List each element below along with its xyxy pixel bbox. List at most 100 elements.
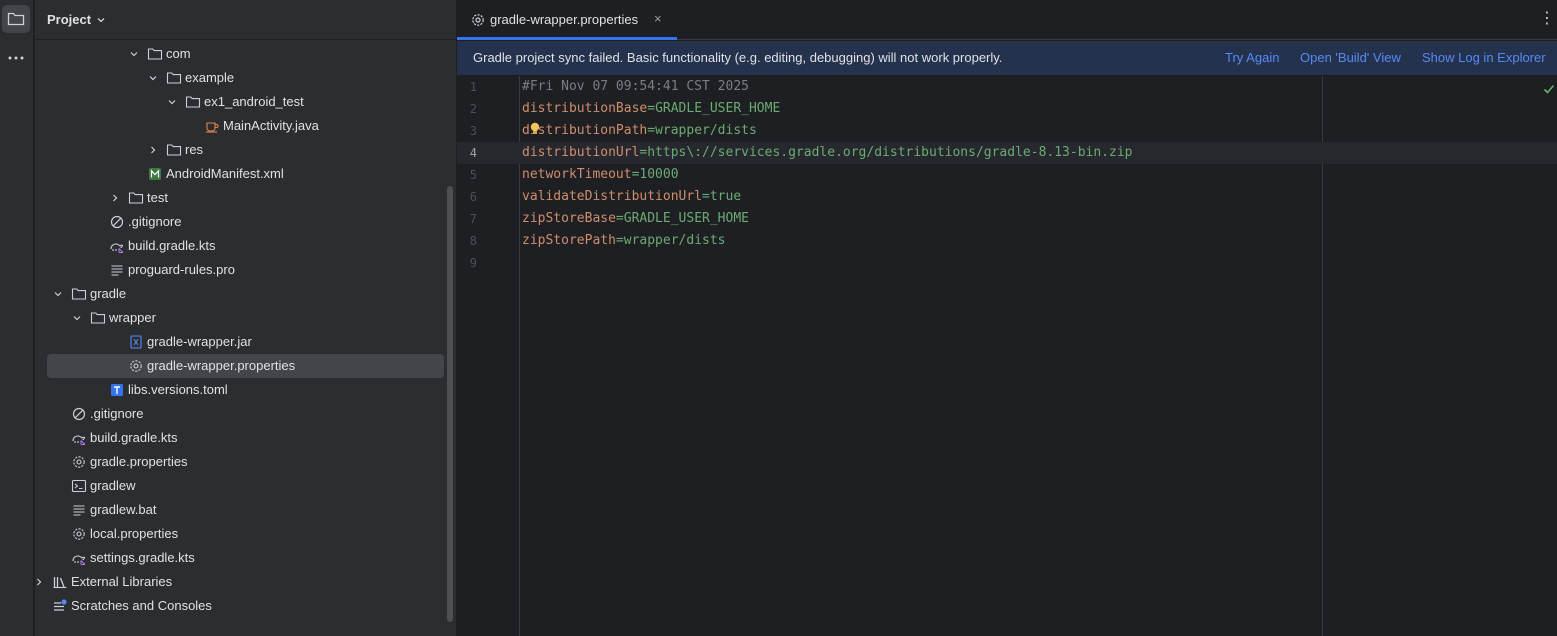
tree-item-label: gradlew [90,478,136,493]
tree-item[interactable]: proguard-rules.pro [35,258,456,282]
lightbulb-icon[interactable] [529,122,541,140]
tree-item[interactable]: test [35,186,456,210]
code-text: zipStorePath=wrapper/dists [522,233,726,249]
tree-item[interactable]: gradle-wrapper.properties [35,354,456,378]
property-value: https\://services.gradle.org/distributio… [647,145,1133,160]
tree-item[interactable]: build.gradle.kts [35,234,456,258]
tree-item[interactable]: gradle [35,282,456,306]
code-line[interactable]: 9 [457,252,1557,274]
tree-item-label: local.properties [90,526,179,541]
tree-item[interactable]: .gitignore [35,210,456,234]
tree-item[interactable]: com [35,42,456,66]
open-build-view-link[interactable]: Open 'Build' View [1300,50,1401,66]
tree-item-label: MainActivity.java [223,118,319,133]
gear-icon [128,358,144,374]
property-key: zipStorePath [522,233,616,248]
more-tools-button[interactable] [2,44,30,72]
project-panel-header: Project [35,0,456,40]
line-number: 7 [469,212,477,226]
tree-item[interactable]: build.gradle.kts [35,426,456,450]
code-line[interactable]: 1 #Fri Nov 07 09:54:41 CST 2025 [457,76,1557,98]
sync-failed-banner: Gradle project sync failed. Basic functi… [457,41,1557,75]
libraries-icon [52,574,68,590]
line-number: 6 [469,190,477,204]
try-again-link[interactable]: Try Again [1225,50,1279,66]
code-line[interactable]: 4 distributionUrl=https\://services.gradl… [457,142,1557,164]
tree-item[interactable]: .gitignore [35,402,456,426]
code-line[interactable]: 7 zipStoreBase=GRADLE_USER_HOME [457,208,1557,230]
tree-item-label: com [166,46,191,61]
tree-item[interactable]: libs.versions.toml [35,378,456,402]
chevron-down-icon[interactable] [128,48,140,60]
code-text: #Fri Nov 07 09:54:41 CST 2025 [522,79,749,95]
jar-file-icon [128,334,144,350]
toml-file-icon [109,382,125,398]
editor-tab-bar: gradle-wrapper.properties × ⋮ [457,0,1557,40]
tab-gradle-wrapper-properties[interactable]: gradle-wrapper.properties × [457,0,677,40]
property-key: validateDistributionUrl [522,189,703,204]
code-text: distributionPath=wrapper/dists [522,123,757,139]
code-text: validateDistributionUrl=true [522,189,741,205]
tree-item-label: wrapper [109,310,156,325]
tree-item[interactable]: gradlew.bat [35,498,456,522]
tree-item[interactable]: gradlew [35,474,456,498]
equals-sign: = [647,123,656,138]
tree-item[interactable]: res [35,138,456,162]
folder-icon [166,142,182,158]
chevron-down-icon[interactable] [166,96,178,108]
tab-label: gradle-wrapper.properties [490,12,639,27]
more-vertical-icon[interactable]: ⋮ [1539,11,1555,27]
tree-item-label: .gitignore [128,214,182,229]
chevron-down-icon[interactable] [96,15,106,25]
tree-item[interactable]: local.properties [35,522,456,546]
tree-item[interactable]: External Libraries [35,570,456,594]
gear-icon [71,526,87,542]
tree-item-label: gradle [90,286,127,301]
tree-item[interactable]: AndroidManifest.xml [35,162,456,186]
chevron-right-icon[interactable] [147,144,159,156]
code-editor[interactable]: 1 #Fri Nov 07 09:54:41 CST 2025 2 distribut… [457,76,1557,636]
tree-item[interactable]: settings.gradle.kts [35,546,456,570]
project-panel: Project com example ex1_android_test MainAc… [35,0,456,636]
tree-scrollbar[interactable] [447,186,453,622]
chevron-right-icon[interactable] [33,576,45,588]
line-number: 9 [469,256,477,270]
line-number: 5 [469,168,477,182]
close-icon[interactable]: × [654,11,662,27]
property-value: wrapper/dists [623,233,726,248]
chevron-right-icon[interactable] [109,192,121,204]
tree-item[interactable]: gradle-wrapper.jar [35,330,456,354]
chevron-down-icon[interactable] [71,312,83,324]
tree-item-label: gradle.properties [90,454,188,469]
tree-item[interactable]: Scratches and Consoles [35,594,456,618]
chevron-down-icon[interactable] [147,72,159,84]
line-number: 8 [469,234,477,248]
code-line[interactable]: 5 networkTimeout=10000 [457,164,1557,186]
folder-icon [128,190,144,206]
activity-bar [0,0,34,636]
code-line[interactable]: 8 zipStorePath=wrapper/dists [457,230,1557,252]
project-panel-title[interactable]: Project [47,12,91,27]
code-text: zipStoreBase=GRADLE_USER_HOME [522,211,749,227]
code-line[interactable]: 6 validateDistributionUrl=true [457,186,1557,208]
property-key: networkTimeout [522,167,632,182]
tree-item-label: ex1_android_test [204,94,304,109]
tree-item[interactable]: ex1_android_test [35,90,456,114]
code-line[interactable]: 3 distributionPath=wrapper/dists [457,120,1557,142]
tree-item[interactable]: example [35,66,456,90]
ignore-file-icon [71,406,87,422]
tree-item-label: gradlew.bat [90,502,157,517]
gradle-kotlin-icon [71,430,87,446]
terminal-icon [71,478,87,494]
tree-item-label: example [185,70,235,85]
code-line[interactable]: 2 distributionBase=GRADLE_USER_HOME [457,98,1557,120]
gradle-kotlin-icon [71,550,87,566]
banner-message: Gradle project sync failed. Basic functi… [473,50,1003,65]
tree-item-label: test [147,190,168,205]
chevron-down-icon[interactable] [52,288,64,300]
show-log-in-explorer-link[interactable]: Show Log in Explorer [1422,50,1546,66]
tree-item[interactable]: MainActivity.java [35,114,456,138]
project-tool-button[interactable] [2,5,30,33]
tree-item[interactable]: wrapper [35,306,456,330]
tree-item[interactable]: gradle.properties [35,450,456,474]
